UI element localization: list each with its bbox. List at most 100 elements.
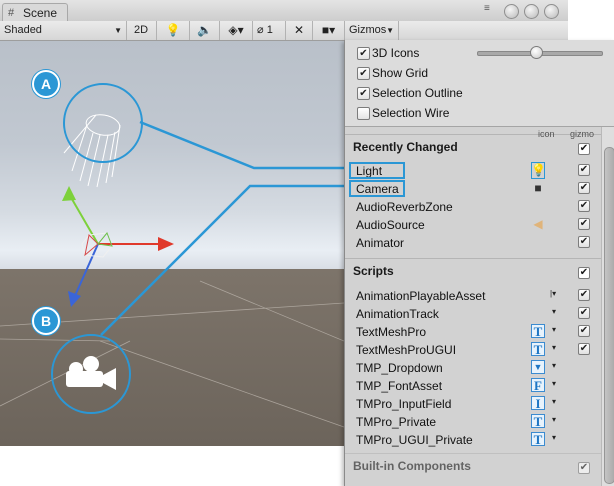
menu-lines-icon[interactable]: ≡ [484, 4, 498, 14]
scrollbar-thumb[interactable] [604, 147, 614, 484]
component-name: TMP_Dropdown [356, 361, 443, 375]
dropdown-arrow-icon[interactable]: ▾ [552, 343, 556, 352]
tab-scene-label: Scene [23, 6, 58, 20]
section-builtin-checkbox[interactable]: ✔ [578, 462, 590, 474]
icon-size-slider-thumb[interactable] [529, 46, 543, 59]
effects-dropdown[interactable]: ◈▾ [220, 21, 253, 40]
checkbox-selection-outline[interactable]: ✔ [357, 87, 370, 100]
transform-gizmo[interactable] [62, 186, 174, 307]
list-item[interactable]: AudioSource ◀ ✔ [345, 216, 601, 234]
audio-speaker-icon[interactable]: ◀ [531, 217, 545, 231]
gizmo-checkbox[interactable]: ✔ [578, 164, 590, 176]
component-name: TextMeshProUGUI [356, 343, 457, 357]
gizmo-checkbox[interactable]: ✔ [578, 289, 590, 301]
list-item[interactable]: TextMeshPro T ▾ ✔ [345, 323, 601, 341]
component-name: AnimationTrack [356, 307, 439, 321]
camera-icon[interactable]: ■ [531, 181, 545, 195]
gizmo-checkbox[interactable]: ✔ [578, 182, 590, 194]
effects-icon: ◈▾ [228, 23, 244, 37]
dropdown-arrow-icon[interactable]: ▾ [552, 379, 556, 388]
text-script-icon[interactable]: T [531, 414, 545, 428]
gizmo-checkbox[interactable]: ✔ [578, 200, 590, 212]
column-header-gizmo: gizmo [570, 129, 595, 139]
maximize-button[interactable] [524, 4, 539, 19]
gizmo-component-list: Recently Changed icon gizmo ✔ Light 💡 ✔ … [345, 127, 601, 486]
font-asset-icon[interactable]: F [531, 378, 545, 392]
list-item[interactable]: TMP_Dropdown ▼ ▾ [345, 359, 601, 377]
2d-toggle-label: 2D [134, 24, 149, 36]
component-name: TMPro_InputField [356, 397, 452, 411]
list-item[interactable]: TMPro_Private T ▾ [345, 413, 601, 431]
chevron-down-icon: ▼ [386, 26, 394, 35]
section-scripts-title: Scripts [353, 264, 394, 278]
audio-toggle-button[interactable]: 🔈 [190, 21, 220, 40]
gizmo-checkbox[interactable]: ✔ [578, 236, 590, 248]
tool-settings-button[interactable]: ✕ [286, 21, 313, 40]
gizmo-checkbox[interactable]: ✔ [578, 325, 590, 337]
input-field-icon[interactable]: I [531, 396, 545, 410]
dropdown-arrow-icon[interactable]: |▾ [550, 289, 556, 298]
dropdown-arrow-icon[interactable]: ▾ [552, 325, 556, 334]
close-button[interactable] [544, 4, 559, 19]
list-item[interactable]: TextMeshProUGUI T ▾ ✔ [345, 341, 601, 359]
dropdown-script-icon[interactable]: ▼ [531, 360, 545, 374]
option-selection-wire-label: Selection Wire [372, 106, 450, 120]
window-tab-bar: # Scene ≡ [0, 0, 568, 22]
2d-toggle-button[interactable]: 2D [127, 21, 157, 40]
dropdown-arrow-icon[interactable]: ▾ [552, 433, 556, 442]
highlight-light-icon [531, 162, 545, 179]
checkbox-3d-icons[interactable]: ✔ [357, 47, 370, 60]
component-name: AudioReverbZone [356, 200, 453, 214]
hidden-objects-toggle[interactable]: ⌀ 1 [253, 21, 286, 40]
list-item[interactable]: TMP_FontAsset F ▾ [345, 377, 601, 395]
section-recently-changed-checkbox[interactable]: ✔ [578, 143, 590, 155]
scene-toolbar: Shaded ▼ 2D 💡 🔈 ◈▾ ⌀ 1 ✕ ■▾ Gizmos ▼ [0, 21, 568, 41]
move-tool-icon: ✕ [293, 23, 305, 37]
dropdown-arrow-icon[interactable]: ▾ [552, 397, 556, 406]
list-item[interactable]: AnimationTrack ▾ ✔ [345, 305, 601, 323]
scene-grid [0, 280, 344, 428]
list-item[interactable]: AudioReverbZone ✔ [345, 198, 601, 216]
camera-settings-dropdown[interactable]: ■▾ [313, 21, 345, 40]
chevron-down-icon: ▼ [114, 26, 122, 35]
section-scripts[interactable]: Scripts ✔ [345, 258, 601, 281]
section-builtin-components[interactable]: Built-in Components ✔ [345, 453, 601, 476]
gizmo-checkbox[interactable]: ✔ [578, 218, 590, 230]
gizmos-dropdown[interactable]: Gizmos ▼ [345, 21, 399, 40]
dropdown-arrow-icon[interactable]: ▾ [552, 307, 556, 316]
audio-speaker-icon: 🔈 [197, 23, 212, 37]
component-name: TMPro_UGUI_Private [356, 433, 473, 447]
checkbox-selection-wire[interactable] [357, 107, 370, 120]
callout-b: B [32, 307, 60, 335]
gizmos-list-scrollbar[interactable] [601, 127, 614, 486]
scene-gizmo-overlay [0, 83, 344, 428]
list-item[interactable]: TMPro_UGUI_Private T ▾ [345, 431, 601, 449]
list-item[interactable]: TMPro_InputField I ▾ [345, 395, 601, 413]
highlight-light [349, 162, 405, 179]
scene-viewport[interactable]: A B [0, 41, 344, 446]
camera-icon: ■▾ [321, 23, 336, 37]
gizmos-popup: ✔ 3D Icons ✔ Show Grid ✔ Selection Outli… [344, 40, 614, 486]
list-item[interactable]: Animator ✔ [345, 234, 601, 252]
gizmo-checkbox[interactable]: ✔ [578, 343, 590, 355]
camera-icon [66, 356, 116, 390]
dropdown-arrow-icon[interactable]: ▾ [552, 415, 556, 424]
text-script-icon[interactable]: T [531, 324, 545, 338]
component-name: AnimationPlayableAsset [356, 289, 486, 303]
section-recently-changed[interactable]: Recently Changed icon gizmo ✔ [345, 129, 601, 157]
text-script-icon[interactable]: T [531, 432, 545, 446]
tab-scene[interactable]: # Scene [2, 3, 68, 22]
gizmo-checkbox[interactable]: ✔ [578, 307, 590, 319]
list-item[interactable]: AnimationPlayableAsset |▾ ✔ [345, 287, 601, 305]
option-selection-outline-label: Selection Outline [372, 86, 463, 100]
component-name: TMPro_Private [356, 415, 437, 429]
checkbox-show-grid[interactable]: ✔ [357, 67, 370, 80]
text-script-icon[interactable]: T [531, 342, 545, 356]
minimize-button[interactable] [504, 4, 519, 19]
shading-mode-dropdown[interactable]: Shaded ▼ [0, 21, 127, 40]
lighting-toggle-button[interactable]: 💡 [157, 21, 190, 40]
option-show-grid-label: Show Grid [372, 66, 429, 80]
dropdown-arrow-icon[interactable]: ▾ [552, 361, 556, 370]
light-bulb-icon: 💡 [165, 23, 181, 37]
section-scripts-checkbox[interactable]: ✔ [578, 267, 590, 279]
